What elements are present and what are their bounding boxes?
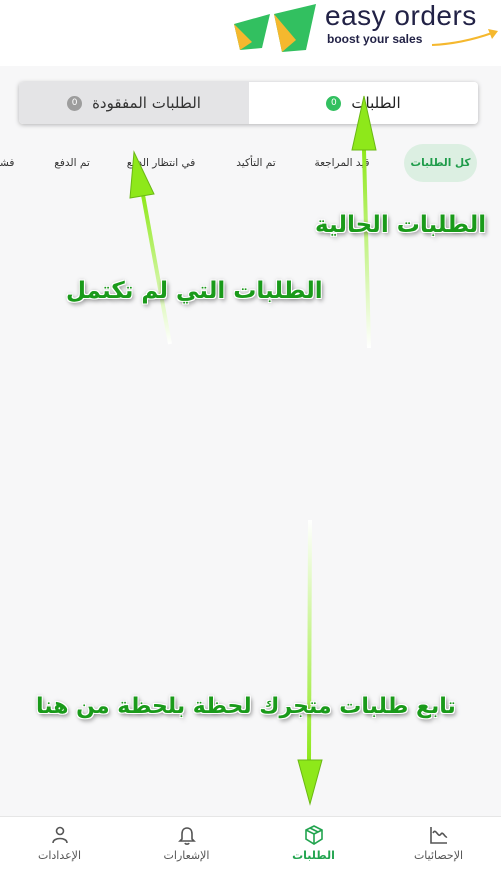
tab-orders-count-badge: 0 — [326, 95, 342, 111]
filter-chip-label: تم الدفع — [54, 157, 90, 169]
bell-icon — [177, 827, 196, 845]
filter-chip-confirmed[interactable]: تم التأكيد — [228, 144, 284, 182]
annotation-incomplete-orders: الطلبات التي لم تكتمل — [66, 278, 323, 304]
filter-chip-all[interactable]: كل الطلبات — [404, 144, 477, 182]
filter-chip-under-review[interactable]: قيد المراجعة — [304, 144, 380, 182]
filter-chip-label: كل الطلبات — [410, 157, 471, 169]
filter-chip-awaiting-payment[interactable]: في انتظار الدفع — [118, 144, 204, 182]
logo-mark-icon — [234, 4, 316, 52]
filter-chip-label: تم التأكيد — [236, 157, 276, 169]
tab-lost-orders-label: الطلبات المفقودة — [92, 94, 201, 112]
swoosh-arrow-icon — [431, 29, 498, 46]
nav-notifications-label: الإشعارات — [163, 849, 210, 862]
brand-tagline: boost your sales — [327, 32, 423, 46]
filter-chip-failed[interactable]: فشل — [0, 144, 18, 182]
arrow-to-orders-nav — [297, 519, 323, 806]
tab-lost-orders-count-badge: 0 — [67, 95, 83, 111]
tab-orders[interactable]: الطلبات 0 — [249, 82, 478, 124]
filter-chip-label: فشل — [0, 157, 15, 169]
nav-settings-label: الإعدادات — [37, 849, 82, 862]
annotation-arrows — [129, 95, 377, 806]
annotation-current-orders: الطلبات الحالية — [315, 212, 487, 238]
status-filter-bar: كل الطلبات قيد المراجعة تم التأكيد في ان… — [0, 140, 501, 184]
tab-orders-label: الطلبات — [351, 94, 401, 112]
chart-icon — [429, 827, 447, 844]
nav-notifications[interactable]: الإشعارات — [124, 817, 249, 871]
filter-chip-label: قيد المراجعة — [314, 157, 370, 169]
box-icon — [304, 825, 323, 845]
bottom-navigation: الإحصائيات الطلبات الإشعارات الإعدادات — [0, 816, 501, 871]
annotation-follow-orders: تابع طلبات متجرك لحظة بلحظة من هنا — [36, 694, 456, 719]
nav-orders-label: الطلبات — [292, 849, 335, 862]
tab-lost-orders[interactable]: الطلبات المفقودة 0 — [19, 82, 249, 124]
nav-settings[interactable]: الإعدادات — [0, 817, 122, 871]
filter-chip-label: في انتظار الدفع — [126, 157, 196, 169]
user-icon — [51, 826, 68, 844]
filter-chip-paid[interactable]: تم الدفع — [48, 144, 96, 182]
nav-statistics-label: الإحصائيات — [413, 849, 464, 862]
nav-orders[interactable]: الطلبات — [251, 817, 376, 871]
order-type-tabs: الطلبات 0 الطلبات المفقودة 0 — [19, 82, 478, 124]
brand-logo: easy orders boost your sales — [230, 0, 498, 58]
app-header: easy orders boost your sales — [0, 0, 501, 66]
nav-statistics[interactable]: الإحصائيات — [376, 817, 501, 871]
